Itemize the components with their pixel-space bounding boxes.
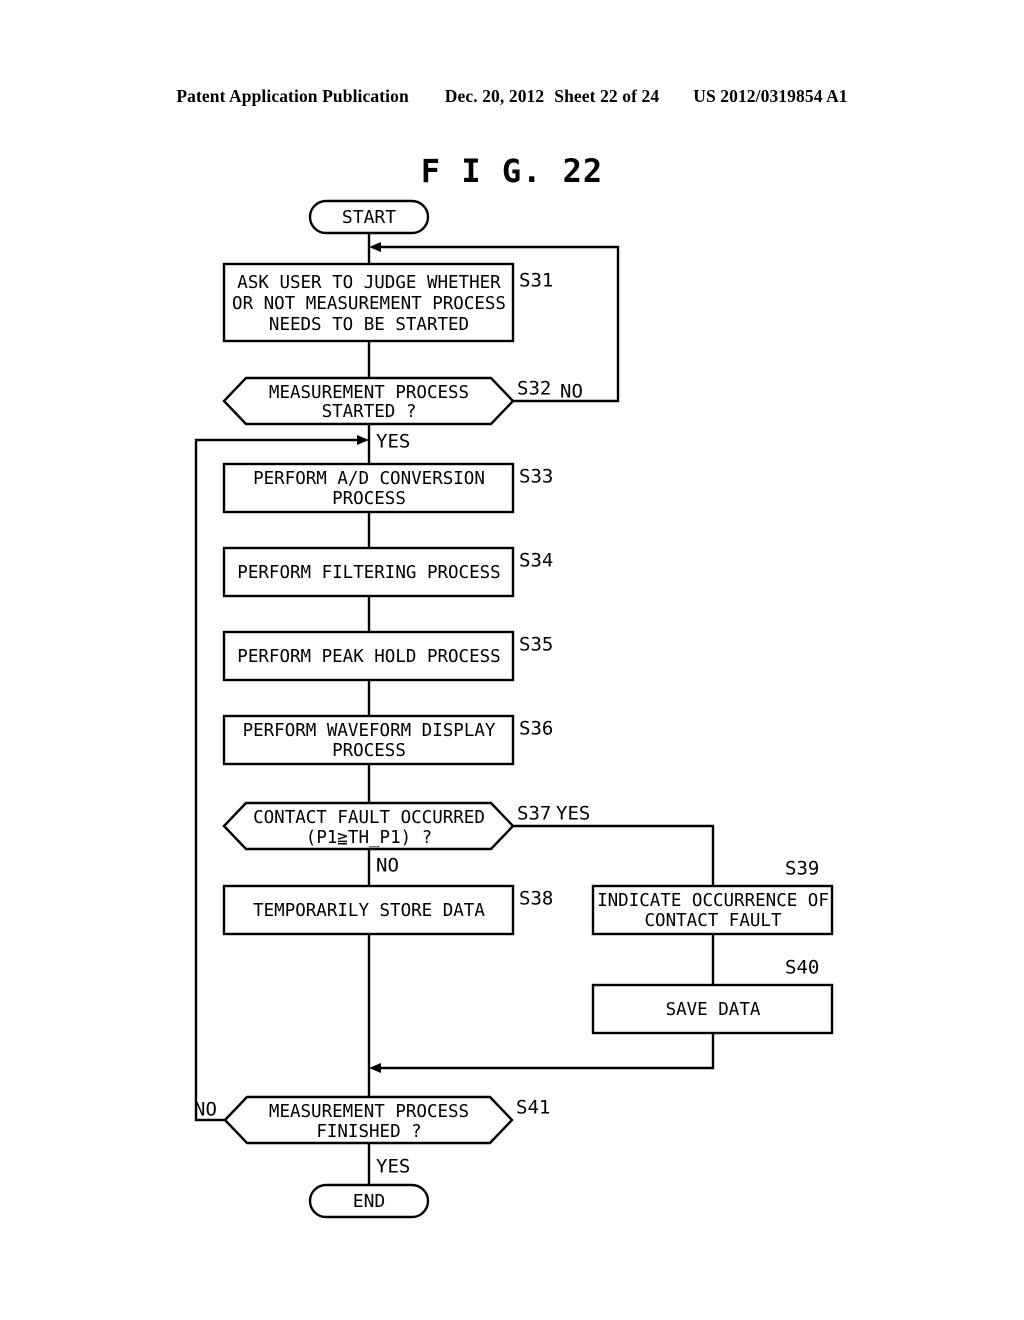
- s34-step-label: S34: [519, 550, 553, 572]
- connector-s40-to-merge: [375, 1033, 715, 1070]
- node-s37: CONTACT FAULT OCCURRED (P1≧TH_P1) ? S37 …: [222, 801, 590, 877]
- node-s41: MEASUREMENT PROCESS FINISHED ? S41 NO YE…: [194, 1095, 550, 1178]
- s33-text-line-1: PERFORM A/D CONVERSION: [253, 469, 485, 489]
- s37-text-line-1: CONTACT FAULT OCCURRED: [253, 808, 485, 828]
- s32-yes-branch-label: YES: [376, 431, 410, 453]
- node-s36: PERFORM WAVEFORM DISPLAY PROCESS S36: [222, 714, 553, 766]
- arrowhead-s32-no-loop: [369, 242, 381, 252]
- s41-yes-branch-label: YES: [376, 1156, 410, 1178]
- end-terminator-label: END: [353, 1191, 386, 1212]
- node-s33: PERFORM A/D CONVERSION PROCESS S33: [222, 462, 553, 514]
- s32-no-branch-label: NO: [560, 381, 583, 403]
- connector-s41-no-loop: [194, 438, 357, 1122]
- s37-step-label: S37: [517, 803, 551, 825]
- s37-yes-branch-label: YES: [556, 803, 590, 825]
- node-end: END: [308, 1183, 430, 1219]
- s37-text-line-2: (P1≧TH_P1) ?: [306, 828, 432, 848]
- s41-step-label: S41: [516, 1097, 550, 1119]
- s36-text-line-1: PERFORM WAVEFORM DISPLAY: [243, 721, 496, 741]
- s41-text-line-1: MEASUREMENT PROCESS: [269, 1102, 469, 1122]
- connector-s37-yes-to-s39: [513, 824, 715, 886]
- arrowhead-merge: [369, 1063, 381, 1073]
- s32-step-label: S32: [517, 378, 551, 400]
- patent-figure-page: Patent Application Publication Dec. 20, …: [0, 0, 1024, 1320]
- start-terminator-label: START: [342, 207, 396, 228]
- node-s35: PERFORM PEAK HOLD PROCESS S35: [222, 630, 553, 682]
- s40-step-label: S40: [785, 957, 819, 979]
- arrowhead-s41-no-loop: [357, 435, 369, 445]
- node-s34: PERFORM FILTERING PROCESS S34: [222, 546, 553, 598]
- s39-text-line-1: INDICATE OCCURRENCE OF: [597, 891, 829, 911]
- node-s38: TEMPORARILY STORE DATA S38: [222, 884, 553, 936]
- node-s32: MEASUREMENT PROCESS STARTED ? S32 NO YES: [222, 376, 583, 453]
- s39-step-label: S39: [785, 858, 819, 880]
- s33-step-label: S33: [519, 466, 553, 488]
- node-start: START: [308, 199, 430, 235]
- flowchart: START ASK USER TO JUDGE WHETHER OR NOT M…: [194, 199, 834, 1219]
- s36-text-line-2: PROCESS: [332, 741, 406, 761]
- s39-text-line-2: CONTACT FAULT: [645, 911, 782, 931]
- s31-text-line-2: OR NOT MEASUREMENT PROCESS: [232, 294, 506, 314]
- s31-step-label: S31: [519, 270, 553, 292]
- s31-text-line-3: NEEDS TO BE STARTED: [269, 315, 469, 335]
- s34-text-line-1: PERFORM FILTERING PROCESS: [237, 563, 500, 583]
- flow-connectors: [194, 233, 715, 1185]
- s31-text-line-1: ASK USER TO JUDGE WHETHER: [237, 273, 501, 293]
- node-s31: ASK USER TO JUDGE WHETHER OR NOT MEASURE…: [222, 262, 553, 343]
- s35-text-line-1: PERFORM PEAK HOLD PROCESS: [237, 647, 500, 667]
- s35-step-label: S35: [519, 634, 553, 656]
- s38-step-label: S38: [519, 888, 553, 910]
- s36-step-label: S36: [519, 718, 553, 740]
- s32-text-line-2: STARTED ?: [322, 402, 417, 422]
- s38-text-line-1: TEMPORARILY STORE DATA: [253, 901, 485, 921]
- s37-no-branch-label: NO: [376, 855, 399, 877]
- s32-text-line-1: MEASUREMENT PROCESS: [269, 383, 469, 403]
- s41-no-branch-label: NO: [194, 1099, 217, 1121]
- s33-text-line-2: PROCESS: [332, 489, 406, 509]
- s41-text-line-2: FINISHED ?: [316, 1122, 421, 1142]
- s40-text-line-1: SAVE DATA: [666, 1000, 761, 1020]
